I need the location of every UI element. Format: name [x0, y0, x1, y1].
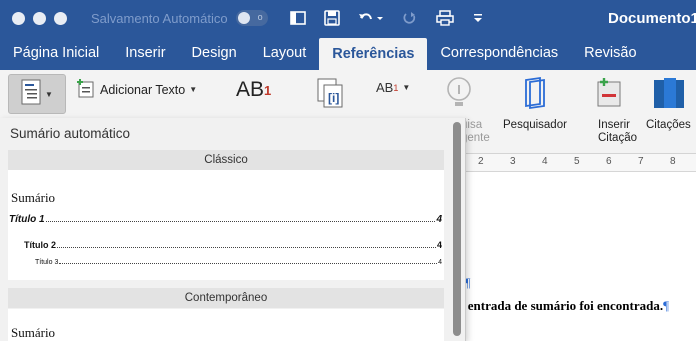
scrollbar-thumb[interactable] [453, 122, 461, 336]
add-text-label: Adicionar Texto [100, 82, 186, 97]
minimize-window-button[interactable] [33, 11, 46, 25]
gallery-header: Sumário automático [10, 126, 131, 141]
citations-icon [652, 76, 684, 115]
ruler-number: 4 [542, 156, 548, 167]
redo-icon[interactable] [402, 10, 418, 26]
citations-button[interactable] [652, 76, 684, 115]
ruler-number: 6 [606, 156, 612, 167]
toc-style-classico[interactable]: Sumário Título 1 4 Título 2 4 Título 3 4 [8, 170, 444, 280]
document-text-line: a entrada de sumário foi encontrada.¶ [458, 298, 669, 314]
citations-label: Citações [646, 119, 691, 131]
toc-entry-page: 4 [436, 214, 442, 225]
toc-entry-page: 4 [438, 259, 442, 266]
sidebar-icon[interactable] [289, 10, 306, 26]
table-of-contents-icon [21, 79, 41, 110]
section-header-contemporaneo: Contemporâneo [8, 288, 444, 308]
toc-style-contemporaneo[interactable]: Sumário [8, 309, 444, 341]
tab-referencias[interactable]: Referências [319, 38, 428, 70]
quick-access-toolbar [289, 10, 484, 26]
next-footnote-sup: 1 [393, 82, 399, 93]
add-text-icon [76, 78, 94, 101]
chevron-down-icon: ▼ [45, 89, 53, 99]
table-of-contents-gallery: Sumário automático Clássico Sumário Títu… [0, 118, 466, 341]
insert-endnote-button[interactable]: [i] [316, 78, 346, 113]
endnote-icon: [i] [316, 78, 346, 113]
footnote-icon-sup: 1 [264, 82, 272, 98]
window-controls [12, 11, 67, 25]
researcher-icon [520, 76, 550, 115]
chevron-down-icon: ▼ [402, 83, 411, 92]
tab-revisao[interactable]: Revisão [571, 36, 649, 70]
tab-layout[interactable]: Layout [250, 36, 320, 70]
document-page[interactable]: o¶ a entrada de sumário foi encontrada.¶ [456, 172, 696, 341]
document-line2-text: a entrada de sumário foi encontrada. [458, 298, 664, 313]
toc-preview-entry: Título 3 4 [8, 259, 444, 267]
gallery-scrollbar[interactable] [450, 118, 464, 341]
ruler-number: 5 [574, 156, 580, 167]
insert-citation-label: Inserir Citação [598, 119, 637, 145]
insert-footnote-button[interactable]: AB 1 [236, 78, 271, 102]
undo-icon[interactable] [358, 10, 384, 26]
insert-citation-label-line2: Citação [598, 132, 637, 144]
ruler-number: 2 [478, 156, 484, 167]
insert-citation-label-line1: Inserir [598, 119, 630, 131]
title-bar: Salvamento Automático o Documento1 [0, 0, 696, 36]
save-icon[interactable] [323, 10, 340, 26]
svg-text:[i]: [i] [328, 91, 339, 105]
ruler-number: 3 [510, 156, 516, 167]
footnote-icon-text: AB [236, 78, 265, 101]
autosave-toggle[interactable]: o [235, 10, 268, 26]
insert-citation-button[interactable] [594, 76, 624, 115]
tab-correspondencias[interactable]: Correspondências [427, 36, 571, 70]
autosave-label: Salvamento Automático [91, 10, 228, 26]
next-footnote-button[interactable]: AB 1 ▼ [376, 80, 410, 95]
word-window: Salvamento Automático o Documento1 Págin… [0, 0, 696, 341]
section-header-classico: Clássico [8, 150, 444, 170]
ruler-number: 7 [638, 156, 644, 167]
ruler-number: 8 [670, 156, 676, 167]
add-text-button[interactable]: Adicionar Texto ▼ [76, 78, 197, 101]
citation-icon [594, 76, 624, 115]
lightbulb-icon [444, 76, 474, 115]
toc-entry-text: Título 3 [35, 259, 59, 266]
toc-preview-entry: Título 2 4 [8, 240, 444, 251]
smart-lookup-button[interactable] [444, 76, 474, 115]
print-icon[interactable] [435, 10, 454, 26]
customize-toolbar-icon[interactable] [472, 12, 484, 24]
ribbon-tabs: Página Inicial Inserir Design Layout Ref… [0, 36, 696, 70]
toc-preview-title: Sumário [11, 190, 56, 205]
close-window-button[interactable] [12, 11, 25, 25]
tab-inserir[interactable]: Inserir [112, 36, 178, 70]
zoom-window-button[interactable] [54, 11, 67, 25]
toc-preview-entry: Título 1 4 [8, 214, 444, 225]
pilcrow-mark: ¶ [663, 298, 669, 313]
researcher-label: Pesquisador [503, 119, 567, 131]
tab-pagina-inicial[interactable]: Página Inicial [0, 36, 112, 70]
tab-design[interactable]: Design [179, 36, 250, 70]
researcher-button[interactable] [520, 76, 550, 115]
document-title: Documento1 [608, 10, 696, 27]
chevron-down-icon: ▼ [189, 85, 198, 94]
toc-preview-title: Sumário [11, 325, 56, 340]
toc-entry-text: Título 1 [9, 214, 45, 225]
horizontal-ruler[interactable]: 2 3 4 5 6 7 8 [456, 154, 696, 172]
toc-entry-page: 4 [436, 240, 442, 250]
next-footnote-text: AB [376, 80, 394, 95]
table-of-contents-button[interactable]: ▼ [8, 74, 66, 114]
toc-entry-text: Título 2 [24, 240, 56, 250]
